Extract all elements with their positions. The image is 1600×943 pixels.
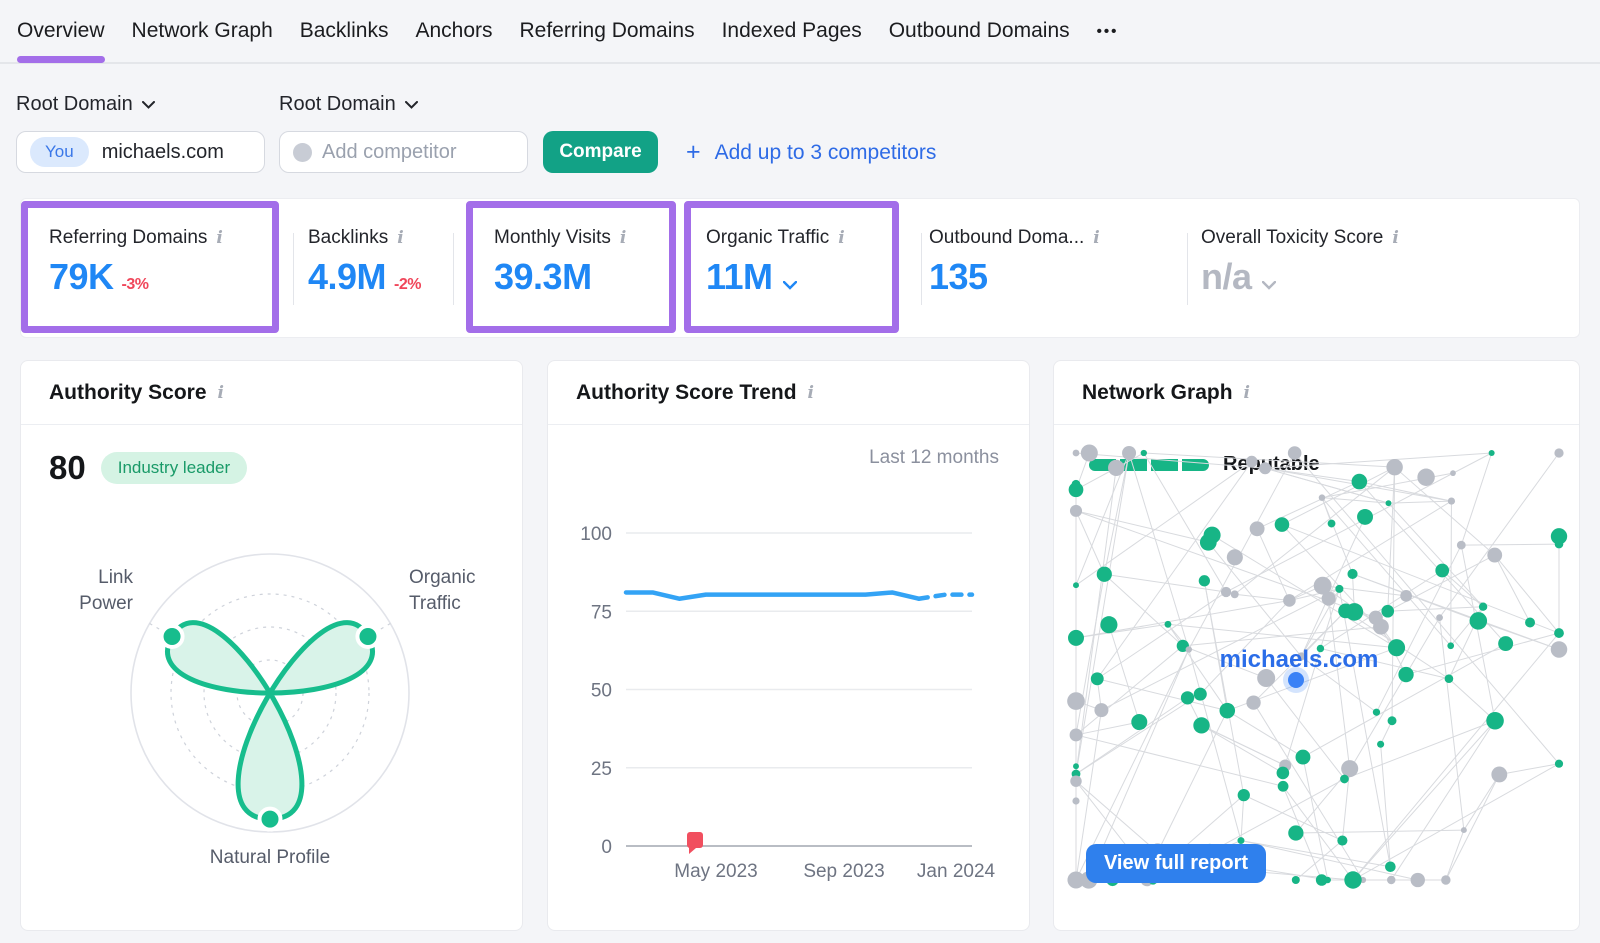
top-tab-bar: Overview Network Graph Backlinks Anchors…	[0, 0, 1600, 64]
metric-value[interactable]: 79K	[49, 256, 114, 298]
tab-outbound-domains[interactable]: Outbound Domains	[889, 19, 1070, 43]
metric-organic-traffic: Organic Traffic 11M	[706, 227, 845, 298]
svg-text:25: 25	[591, 759, 612, 780]
metric-delta: -3%	[122, 276, 149, 294]
metric-value[interactable]: 4.9M	[308, 256, 386, 298]
svg-text:100: 100	[580, 524, 612, 545]
analyzed-domain-field[interactable]: You michaels.com	[16, 131, 265, 173]
chevron-down-icon	[405, 101, 418, 109]
view-full-report-button[interactable]: View full report	[1086, 844, 1266, 883]
analyzed-domain-value: michaels.com	[102, 141, 224, 164]
metric-value[interactable]: n/a	[1201, 256, 1252, 298]
metric-delta: -2%	[394, 276, 421, 294]
info-icon[interactable]	[1244, 383, 1250, 403]
backlink-network-graph[interactable]: michaels.com	[1054, 425, 1581, 895]
scope-label-text: Root Domain	[16, 93, 133, 116]
metrics-summary-band: Referring Domains 79K -3% Backlinks 4.9M…	[20, 198, 1580, 338]
authority-score-radar-chart: Link Power Organic Traffic Natural Profile	[21, 511, 524, 911]
panel-title: Network Graph	[1082, 381, 1233, 405]
svg-text:Jan 2024: Jan 2024	[917, 861, 996, 882]
add-competitor-input[interactable]	[322, 141, 512, 164]
divider	[293, 233, 294, 305]
chevron-down-icon[interactable]	[783, 281, 796, 289]
scope-label-text: Root Domain	[279, 93, 396, 116]
svg-text:Organic: Organic	[409, 567, 476, 588]
metric-label: Backlinks	[308, 227, 388, 249]
metric-value[interactable]: 39.3M	[494, 256, 592, 298]
info-icon[interactable]	[838, 228, 844, 248]
metric-label: Overall Toxicity Score	[1201, 227, 1383, 249]
metric-label: Referring Domains	[49, 227, 207, 249]
compare-button[interactable]: Compare	[543, 131, 658, 173]
tab-referring-domains[interactable]: Referring Domains	[520, 19, 695, 43]
metric-monthly-visits: Monthly Visits 39.3M	[494, 227, 626, 298]
metric-overall-toxicity-score: Overall Toxicity Score n/a	[1201, 227, 1399, 298]
svg-text:50: 50	[591, 681, 612, 702]
authority-score-value: 80	[49, 449, 86, 487]
info-icon[interactable]	[216, 228, 222, 248]
authority-score-panel: Authority Score 80 Industry leader Link P…	[20, 360, 523, 931]
plus-icon	[686, 138, 701, 167]
network-graph-panel: Network Graph Reputable michaels.com Vie…	[1053, 360, 1580, 931]
info-icon[interactable]	[808, 383, 814, 403]
divider	[453, 233, 454, 305]
metric-value[interactable]: 135	[929, 256, 988, 298]
info-icon[interactable]	[1093, 228, 1099, 248]
panel-header: Network Graph	[1054, 361, 1579, 425]
tab-indexed-pages[interactable]: Indexed Pages	[722, 19, 862, 43]
svg-text:Sep 2023: Sep 2023	[803, 861, 884, 882]
industry-leader-badge: Industry leader	[101, 452, 247, 484]
info-icon[interactable]	[620, 228, 626, 248]
metric-value[interactable]: 11M	[706, 256, 773, 298]
svg-text:Natural Profile: Natural Profile	[210, 847, 330, 868]
divider	[1187, 233, 1188, 305]
tab-network-graph[interactable]: Network Graph	[132, 19, 273, 43]
add-competitors-label: Add up to 3 competitors	[715, 141, 937, 165]
tab-anchors[interactable]: Anchors	[415, 19, 492, 43]
svg-text:May 2023: May 2023	[674, 861, 757, 882]
metric-label: Monthly Visits	[494, 227, 611, 249]
add-competitor-field[interactable]	[279, 131, 528, 173]
root-domain-scope-dropdown[interactable]: Root Domain	[16, 93, 155, 116]
you-badge: You	[30, 137, 89, 167]
metric-label: Organic Traffic	[706, 227, 829, 249]
svg-text:Power: Power	[79, 593, 134, 614]
svg-text:Link: Link	[98, 567, 133, 588]
metric-backlinks: Backlinks 4.9M -2%	[308, 227, 421, 298]
favicon-placeholder-icon	[293, 143, 312, 162]
authority-score-trend-panel: Authority Score Trend Last 12 months 025…	[547, 360, 1030, 931]
svg-text:75: 75	[591, 602, 612, 623]
info-icon[interactable]	[1392, 228, 1398, 248]
authority-score-trend-chart: 0 25 50 75 100 May 2023 Sep 2023 Jan 2024	[548, 425, 1031, 932]
divider	[921, 233, 922, 305]
panel-title: Authority Score Trend	[576, 381, 797, 405]
info-icon[interactable]	[397, 228, 403, 248]
competitor-scope-dropdown[interactable]: Root Domain	[279, 93, 418, 116]
metric-outbound-domains: Outbound Doma... 135	[929, 227, 1100, 298]
tab-overview[interactable]: Overview	[17, 19, 105, 43]
metric-referring-domains: Referring Domains 79K -3%	[49, 227, 223, 298]
svg-text:0: 0	[601, 837, 612, 858]
chevron-down-icon[interactable]	[1262, 281, 1275, 289]
chevron-down-icon	[142, 101, 155, 109]
panel-header: Authority Score Trend	[548, 361, 1029, 425]
more-tabs-ellipsis-icon[interactable]	[1097, 23, 1119, 40]
info-icon[interactable]	[218, 383, 224, 403]
tab-backlinks[interactable]: Backlinks	[300, 19, 389, 43]
svg-text:Traffic: Traffic	[409, 593, 461, 614]
metric-label: Outbound Doma...	[929, 227, 1084, 249]
panel-title: Authority Score	[49, 381, 207, 405]
panel-header: Authority Score	[21, 361, 522, 425]
svg-text:michaels.com: michaels.com	[1220, 646, 1379, 673]
add-competitors-link[interactable]: Add up to 3 competitors	[686, 138, 936, 167]
